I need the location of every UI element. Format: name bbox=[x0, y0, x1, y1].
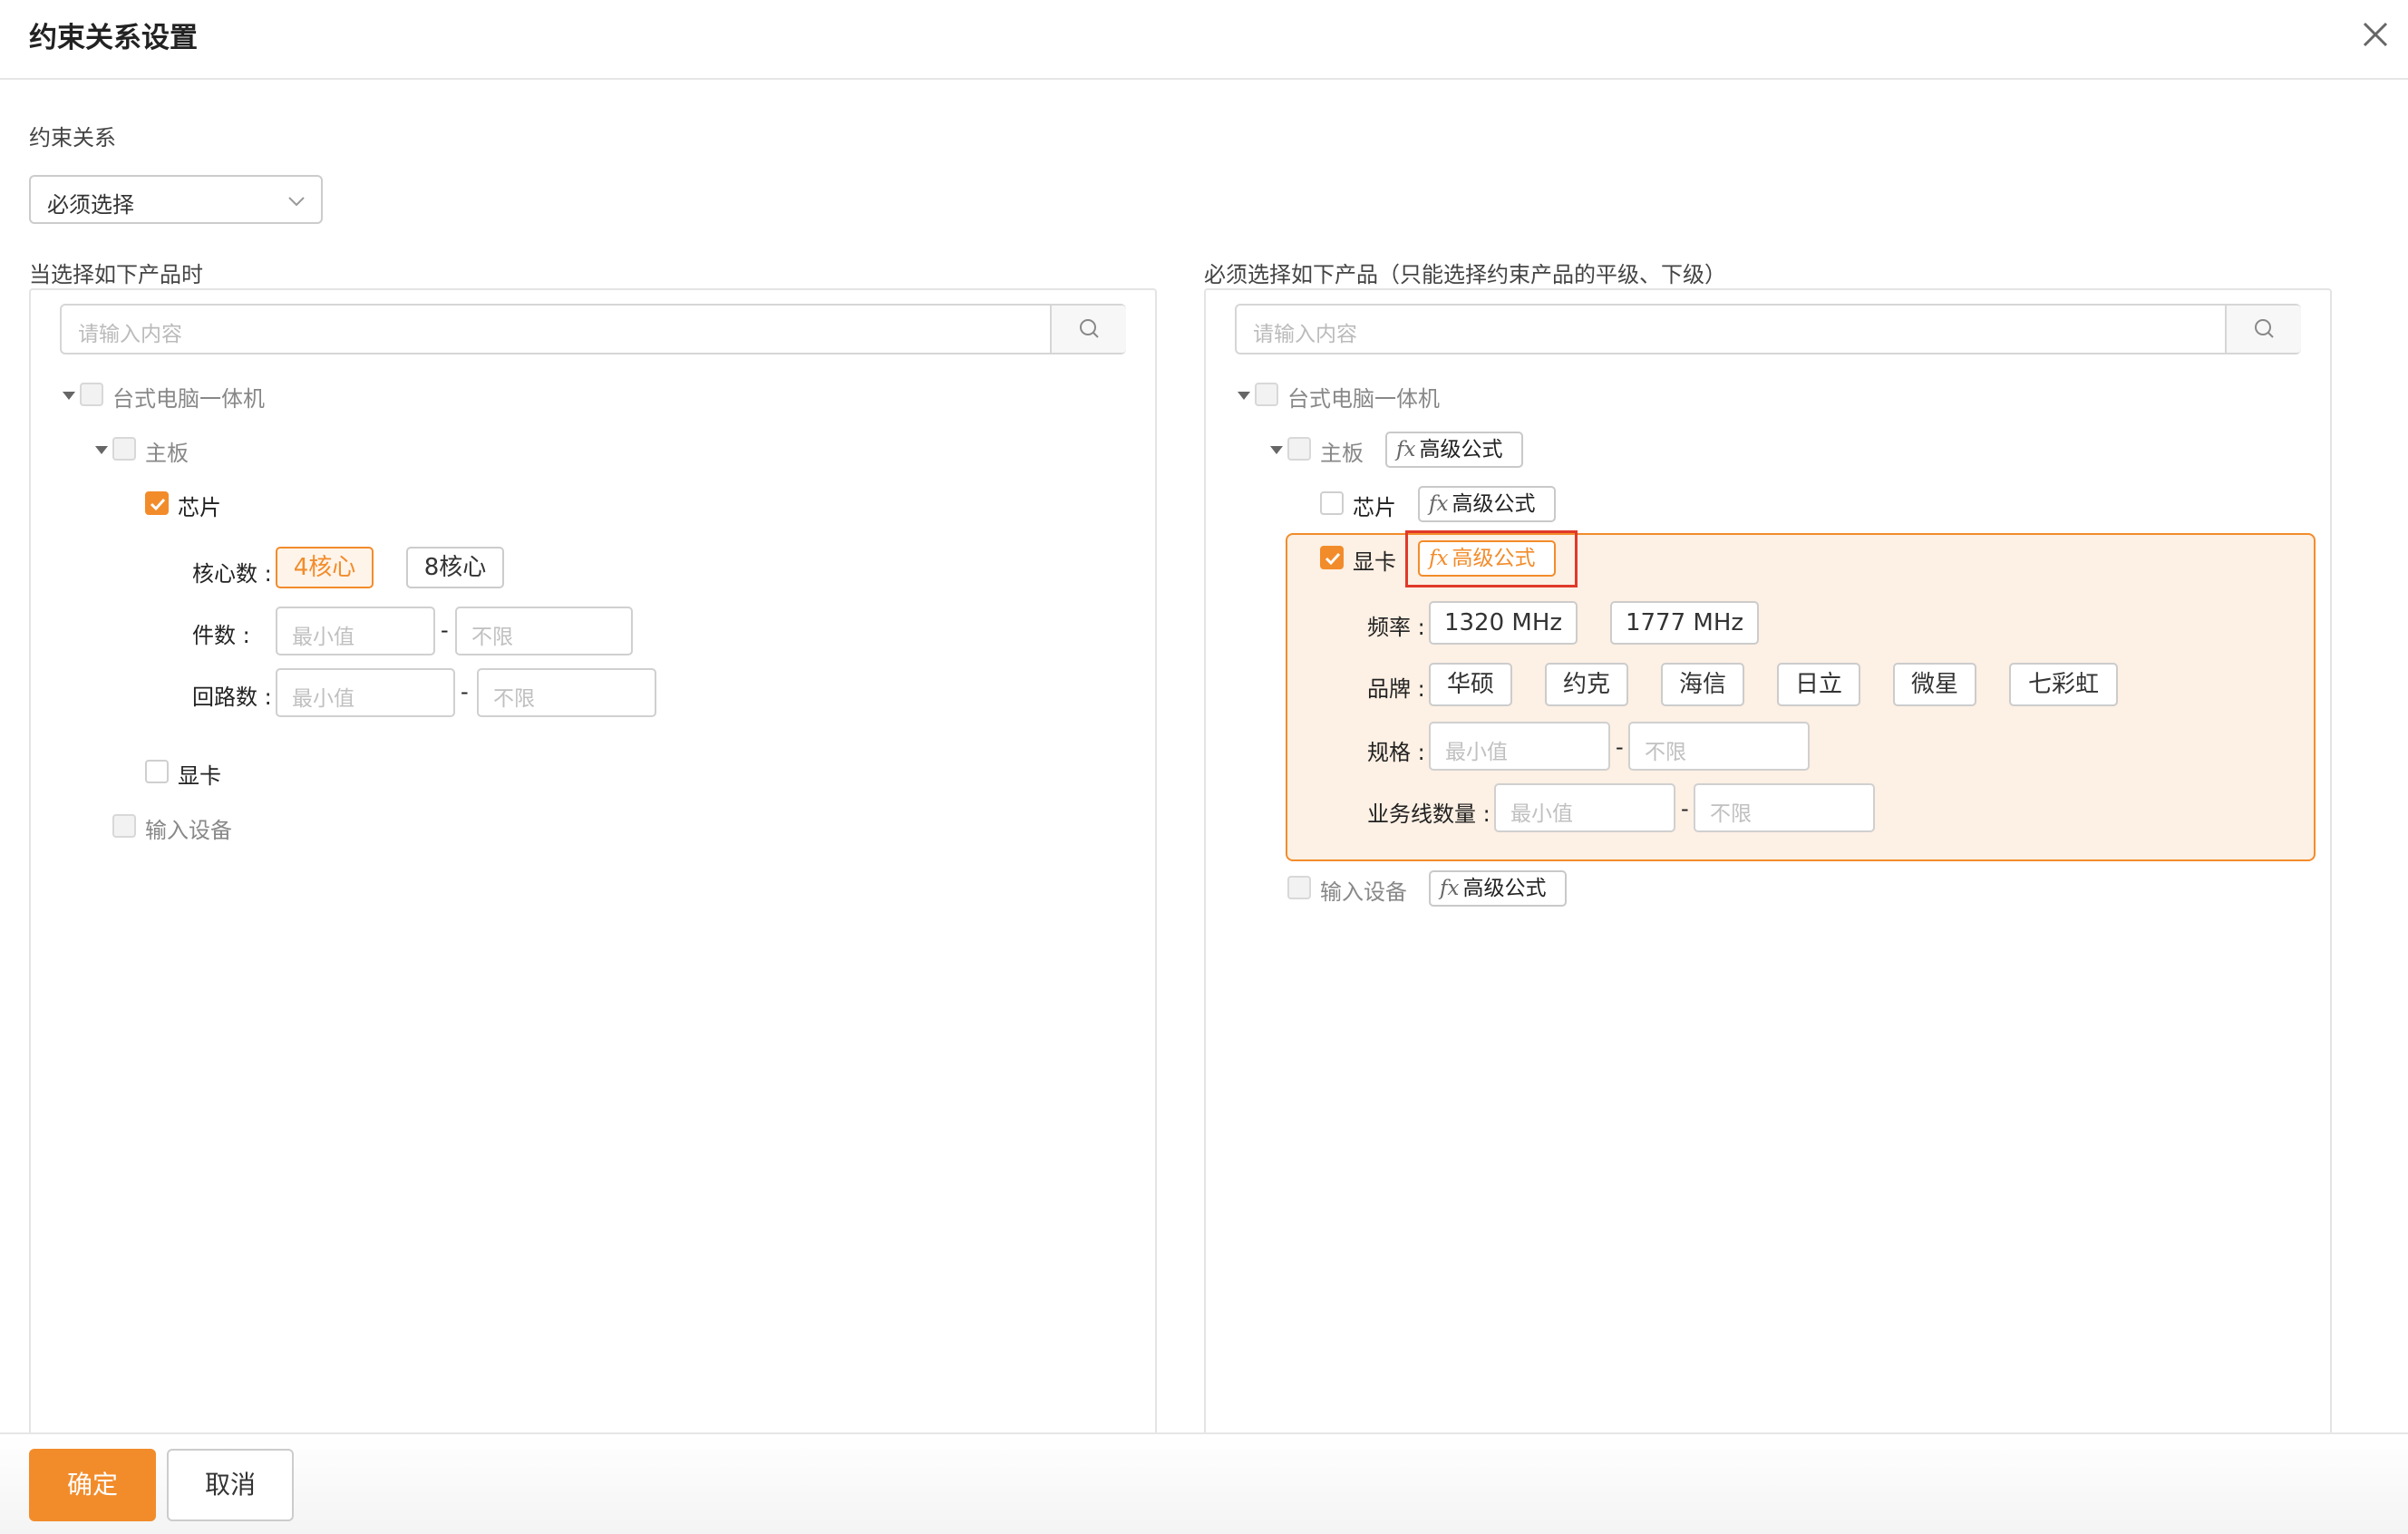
biz-count-label: 业务线数量 : bbox=[1367, 801, 1490, 827]
brand-option[interactable]: 约克 bbox=[1545, 663, 1628, 706]
left-gpu-label: 显卡 bbox=[178, 763, 221, 789]
search-icon bbox=[1080, 319, 1099, 338]
left-chip-label: 芯片 bbox=[178, 495, 221, 520]
placeholder: 最小值 bbox=[292, 687, 354, 711]
header-divider bbox=[0, 78, 2408, 80]
biz-count-max-input[interactable]: 不限 bbox=[1694, 783, 1875, 832]
biz-count-min-input[interactable]: 最小值 bbox=[1494, 783, 1675, 832]
right-search-button[interactable] bbox=[2225, 306, 2301, 353]
placeholder: 最小值 bbox=[292, 626, 354, 649]
right-input-device-label: 输入设备 bbox=[1320, 879, 1407, 905]
left-pieces-max-input[interactable]: 不限 bbox=[455, 607, 633, 655]
right-panel-label: 必须选择如下产品（只能选择约束产品的平级、下级） bbox=[1204, 262, 1726, 287]
left-chip-checkbox[interactable] bbox=[145, 491, 169, 515]
brand-option[interactable]: 日立 bbox=[1777, 663, 1860, 706]
brand-option[interactable]: 七彩虹 bbox=[2009, 663, 2118, 706]
left-gpu-checkbox[interactable] bbox=[145, 760, 169, 783]
left-cores-option[interactable]: 8核心 bbox=[406, 547, 504, 588]
confirm-button[interactable]: 确定 bbox=[29, 1449, 156, 1521]
formula-label: 高级公式 bbox=[1452, 492, 1536, 516]
placeholder: 不限 bbox=[471, 626, 513, 649]
right-board-label: 主板 bbox=[1320, 441, 1364, 466]
freq-label: 频率 : bbox=[1367, 615, 1425, 640]
spec-max-input[interactable]: 不限 bbox=[1628, 722, 1810, 771]
check-icon bbox=[150, 498, 166, 511]
left-root-checkbox[interactable] bbox=[80, 383, 103, 406]
right-root-checkbox[interactable] bbox=[1255, 383, 1278, 406]
left-circuits-label: 回路数 : bbox=[192, 684, 272, 710]
placeholder: 不限 bbox=[493, 687, 535, 711]
left-input-device-checkbox[interactable] bbox=[112, 814, 136, 838]
relation-select[interactable]: 必须选择 bbox=[29, 175, 323, 224]
relation-label: 约束关系 bbox=[29, 125, 116, 150]
brand-label: 品牌 : bbox=[1367, 676, 1425, 702]
board-formula-button[interactable]: fx 高级公式 bbox=[1385, 432, 1523, 468]
search-icon bbox=[2255, 319, 2274, 338]
left-board-label: 主板 bbox=[145, 441, 189, 466]
dialog-title: 约束关系设置 bbox=[29, 22, 198, 54]
brand-option[interactable]: 微星 bbox=[1893, 663, 1976, 706]
cancel-button[interactable]: 取消 bbox=[167, 1449, 294, 1521]
input-device-formula-button[interactable]: fx 高级公式 bbox=[1429, 870, 1567, 907]
left-input-device-label: 输入设备 bbox=[145, 818, 232, 843]
right-chip-label: 芯片 bbox=[1353, 495, 1396, 520]
placeholder: 最小值 bbox=[1445, 741, 1508, 764]
spec-label: 规格 : bbox=[1367, 740, 1425, 765]
freq-option[interactable]: 1320 MHz bbox=[1429, 601, 1578, 645]
placeholder: 不限 bbox=[1645, 741, 1686, 764]
range-separator: - bbox=[1681, 796, 1689, 821]
chevron-down-icon bbox=[288, 197, 305, 207]
expand-arrow-icon[interactable] bbox=[63, 392, 75, 400]
left-board-checkbox[interactable] bbox=[112, 437, 136, 461]
left-pieces-min-input[interactable]: 最小值 bbox=[276, 607, 435, 655]
brand-option[interactable]: 海信 bbox=[1661, 663, 1744, 706]
chip-formula-button[interactable]: fx 高级公式 bbox=[1418, 486, 1556, 522]
expand-arrow-icon[interactable] bbox=[95, 446, 108, 454]
right-search-input[interactable]: 请输入内容 bbox=[1253, 316, 1357, 347]
left-pieces-label: 件数 : bbox=[192, 623, 250, 648]
left-panel bbox=[29, 288, 1157, 1434]
placeholder: 最小值 bbox=[1510, 802, 1573, 826]
expand-arrow-icon[interactable] bbox=[1238, 392, 1250, 400]
right-search[interactable]: 请输入内容 bbox=[1235, 304, 2301, 354]
formula-label: 高级公式 bbox=[1462, 877, 1547, 900]
right-input-device-checkbox[interactable] bbox=[1287, 876, 1311, 899]
right-root-label: 台式电脑一体机 bbox=[1287, 386, 1440, 412]
left-panel-label: 当选择如下产品时 bbox=[29, 262, 203, 287]
left-circuits-min-input[interactable]: 最小值 bbox=[276, 668, 455, 717]
placeholder: 不限 bbox=[1710, 802, 1752, 826]
left-search[interactable]: 请输入内容 bbox=[60, 304, 1126, 354]
spec-min-input[interactable]: 最小值 bbox=[1429, 722, 1610, 771]
right-gpu-checkbox[interactable] bbox=[1320, 546, 1344, 569]
check-icon bbox=[1325, 552, 1341, 566]
range-separator: - bbox=[1616, 734, 1624, 760]
fx-icon: fx bbox=[1396, 438, 1416, 461]
right-panel bbox=[1204, 288, 2332, 1434]
fx-icon: fx bbox=[1440, 877, 1460, 900]
left-cores-label: 核心数 : bbox=[192, 561, 272, 587]
range-separator: - bbox=[441, 617, 449, 643]
dialog-footer bbox=[0, 1432, 2408, 1534]
brand-option[interactable]: 华硕 bbox=[1429, 663, 1512, 706]
fx-icon: fx bbox=[1429, 492, 1449, 516]
left-cores-option[interactable]: 4核心 bbox=[276, 547, 374, 588]
left-circuits-max-input[interactable]: 不限 bbox=[477, 668, 656, 717]
left-search-input[interactable]: 请输入内容 bbox=[78, 316, 182, 347]
relation-select-value: 必须选择 bbox=[47, 192, 134, 218]
right-chip-checkbox[interactable] bbox=[1320, 491, 1344, 515]
right-board-checkbox[interactable] bbox=[1287, 437, 1311, 461]
formula-label: 高级公式 bbox=[1419, 438, 1503, 461]
expand-arrow-icon[interactable] bbox=[1270, 446, 1283, 454]
left-search-button[interactable] bbox=[1050, 306, 1126, 353]
freq-option[interactable]: 1777 MHz bbox=[1610, 601, 1759, 645]
right-gpu-label: 显卡 bbox=[1353, 549, 1396, 575]
left-root-label: 台式电脑一体机 bbox=[112, 386, 265, 412]
annotation-red-box bbox=[1405, 530, 1578, 587]
close-icon[interactable] bbox=[2357, 16, 2393, 53]
range-separator: - bbox=[461, 679, 469, 704]
